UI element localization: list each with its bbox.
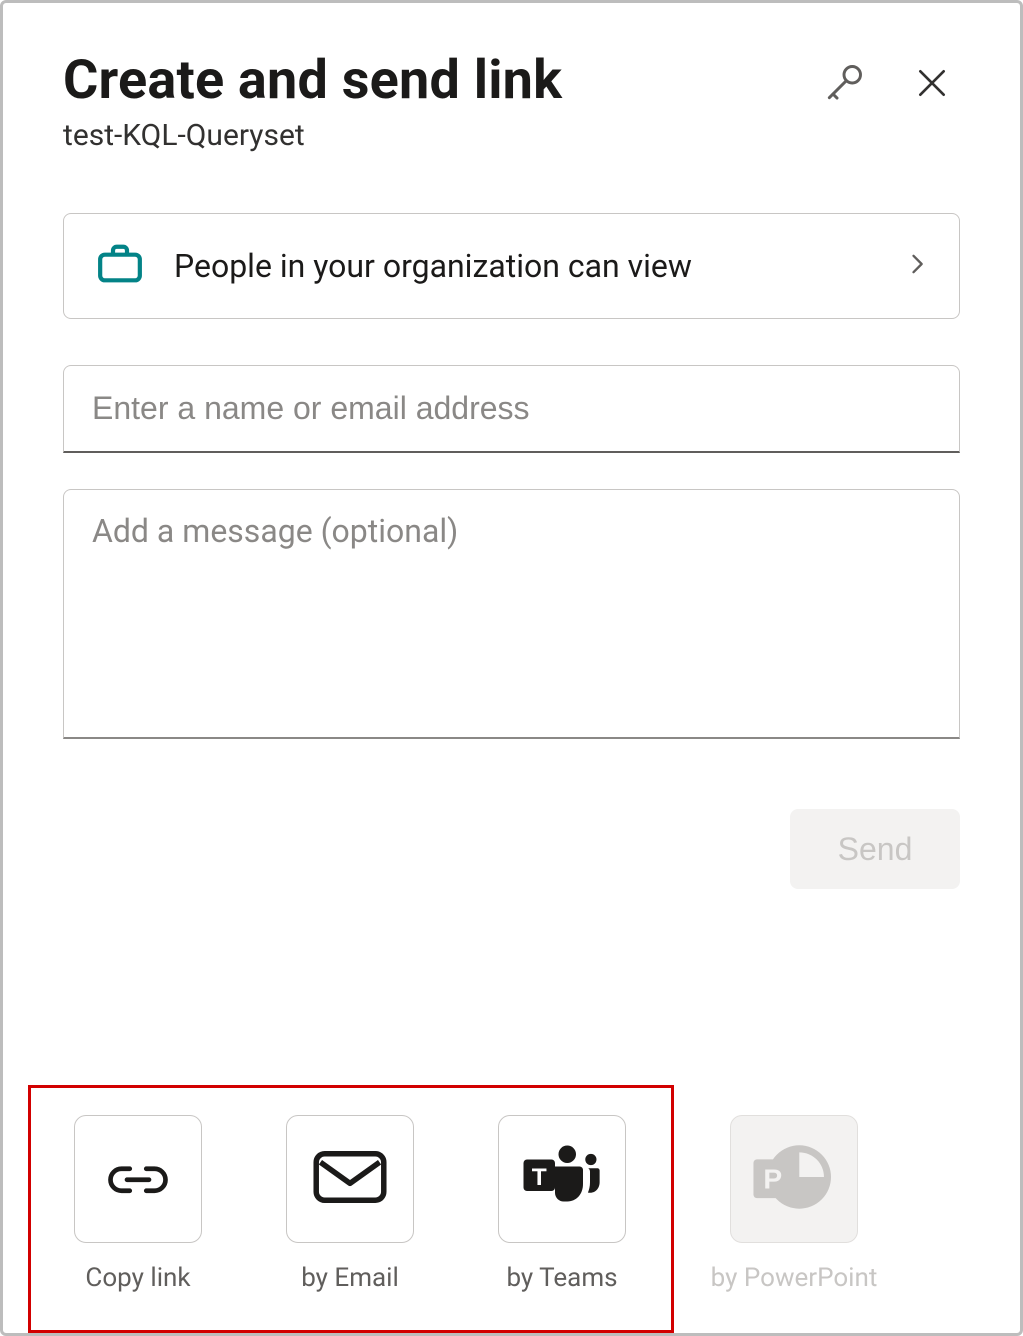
share-options-row: Copy link by Email T bbox=[63, 1115, 960, 1293]
key-icon bbox=[822, 61, 866, 105]
share-dialog: Create and send link test-KQL-Queryset bbox=[0, 0, 1023, 1336]
send-row: Send bbox=[63, 809, 960, 889]
message-input[interactable] bbox=[63, 489, 960, 739]
copy-link-button[interactable] bbox=[74, 1115, 202, 1243]
share-option-copy-link: Copy link bbox=[63, 1115, 213, 1293]
briefcase-icon bbox=[92, 236, 148, 296]
link-permission-selector[interactable]: People in your organization can view bbox=[63, 213, 960, 319]
link-icon bbox=[105, 1155, 171, 1203]
powerpoint-icon: P bbox=[749, 1140, 839, 1218]
dialog-subtitle: test-KQL-Queryset bbox=[63, 118, 818, 153]
send-button[interactable]: Send bbox=[790, 809, 960, 889]
dialog-title: Create and send link bbox=[63, 51, 818, 110]
svg-text:T: T bbox=[532, 1164, 547, 1191]
permissions-key-button[interactable] bbox=[818, 57, 870, 109]
share-option-teams: T by Teams bbox=[487, 1115, 637, 1293]
powerpoint-label: by PowerPoint bbox=[711, 1263, 878, 1293]
email-label: by Email bbox=[301, 1263, 399, 1293]
svg-text:P: P bbox=[763, 1162, 782, 1194]
share-option-powerpoint: P by PowerPoint bbox=[719, 1115, 869, 1293]
copy-link-label: Copy link bbox=[85, 1263, 190, 1293]
email-button[interactable] bbox=[286, 1115, 414, 1243]
teams-label: by Teams bbox=[506, 1263, 617, 1293]
share-option-email: by Email bbox=[275, 1115, 425, 1293]
permission-text: People in your organization can view bbox=[174, 245, 877, 288]
dialog-header: Create and send link test-KQL-Queryset bbox=[63, 51, 960, 153]
title-block: Create and send link test-KQL-Queryset bbox=[63, 51, 818, 153]
teams-button[interactable]: T bbox=[498, 1115, 626, 1243]
teams-icon: T bbox=[519, 1142, 605, 1216]
recipient-input[interactable] bbox=[63, 365, 960, 453]
close-icon bbox=[912, 63, 952, 103]
mail-icon bbox=[312, 1149, 388, 1209]
close-button[interactable] bbox=[908, 59, 956, 107]
chevron-right-icon bbox=[903, 250, 931, 282]
powerpoint-button[interactable]: P bbox=[730, 1115, 858, 1243]
header-actions bbox=[818, 57, 956, 109]
